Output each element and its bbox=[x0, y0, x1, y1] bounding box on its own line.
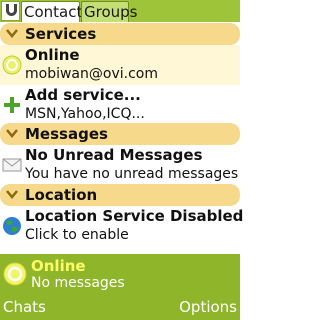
section-title: Location bbox=[25, 186, 98, 204]
list-item-add-service[interactable]: Add service... MSN,Yahoo,ICQ... bbox=[0, 85, 240, 125]
softkey-bar: Chats Options bbox=[0, 294, 240, 320]
online-status-icon bbox=[3, 262, 27, 286]
list-item-online-account[interactable]: Online mobiwan@ovi.com bbox=[0, 45, 240, 85]
item-subtitle: mobiwan@ovi.com bbox=[25, 66, 158, 82]
tab-groups[interactable]: Groups bbox=[81, 1, 137, 22]
status-title: Online bbox=[31, 257, 86, 275]
item-title: Add service... bbox=[25, 86, 141, 104]
tab-contacts[interactable]: Contacts bbox=[21, 1, 90, 22]
add-icon bbox=[4, 97, 20, 113]
tab-bar: Contacts Groups bbox=[0, 0, 240, 22]
section-location[interactable]: Location bbox=[0, 184, 240, 206]
item-title: Online bbox=[25, 46, 80, 64]
section-title: Services bbox=[25, 25, 97, 43]
section-messages[interactable]: Messages bbox=[0, 123, 240, 145]
list-item-messages[interactable]: No Unread Messages You have no unread me… bbox=[0, 145, 240, 185]
list-item-location-service[interactable]: Location Service Disabled Click to enabl… bbox=[0, 206, 244, 246]
presence-status-bar[interactable]: Online No messages bbox=[0, 254, 240, 294]
status-subtitle: No messages bbox=[31, 275, 125, 291]
item-subtitle: MSN,Yahoo,ICQ... bbox=[25, 106, 145, 122]
item-title: Location Service Disabled bbox=[25, 207, 244, 225]
options-softkey[interactable]: Options bbox=[179, 298, 237, 316]
section-title: Messages bbox=[25, 125, 108, 143]
item-subtitle: Click to enable bbox=[25, 227, 129, 243]
section-services[interactable]: Services bbox=[0, 23, 240, 45]
chats-softkey[interactable]: Chats bbox=[3, 298, 46, 316]
chevron-down-icon bbox=[6, 190, 18, 199]
item-subtitle: You have no unread messages bbox=[25, 166, 239, 182]
chevron-down-icon bbox=[6, 129, 18, 138]
chevron-down-icon bbox=[6, 29, 18, 38]
item-title: No Unread Messages bbox=[25, 146, 203, 164]
app-logo-icon bbox=[1, 1, 20, 21]
online-status-icon bbox=[2, 55, 22, 75]
envelope-icon bbox=[2, 158, 22, 172]
globe-icon bbox=[3, 217, 21, 235]
